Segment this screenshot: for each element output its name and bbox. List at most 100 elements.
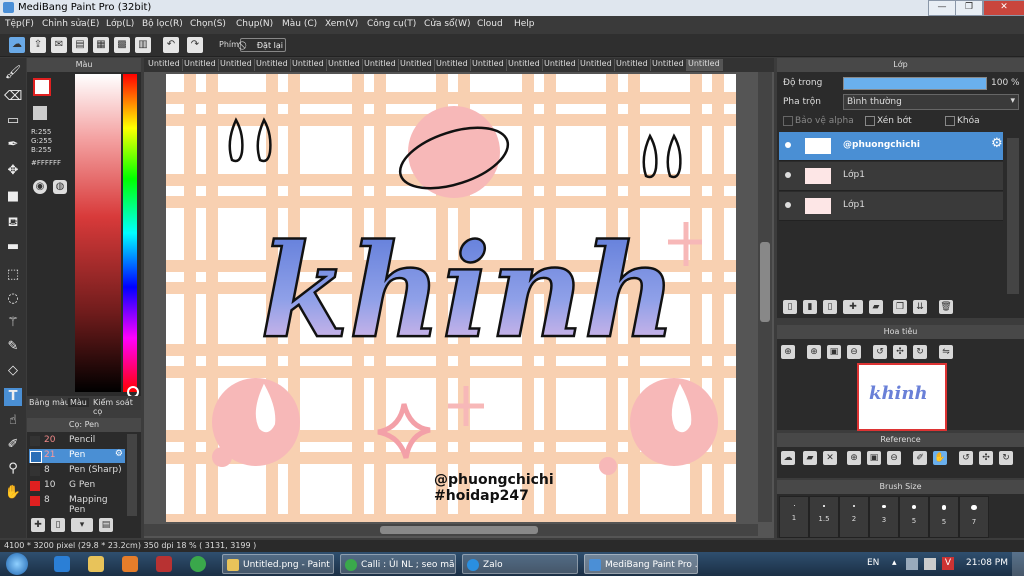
- move-icon[interactable]: ✥: [4, 162, 22, 180]
- rotate-right-icon[interactable]: ↻: [999, 451, 1013, 465]
- reset-view-icon[interactable]: ✣: [893, 345, 907, 359]
- palette-icon[interactable]: ◉: [33, 180, 47, 194]
- task-medibang[interactable]: MediBang Paint Pro ...: [584, 554, 698, 574]
- brush-item[interactable]: 10 G Pen: [29, 479, 125, 493]
- menu-select[interactable]: Chọn(S): [190, 19, 226, 29]
- eye-icon[interactable]: [785, 202, 791, 208]
- vertical-scroll-thumb[interactable]: [760, 242, 770, 322]
- text-icon[interactable]: T: [4, 388, 22, 406]
- operation-icon[interactable]: ☝: [4, 412, 22, 430]
- show-desktop-button[interactable]: [1012, 552, 1024, 576]
- tab-document[interactable]: Untitled: [434, 59, 471, 71]
- zoom-in-icon[interactable]: ⊕: [807, 345, 821, 359]
- brush-size-cell[interactable]: 1.5: [809, 496, 839, 538]
- start-button[interactable]: [6, 553, 28, 575]
- gear-icon[interactable]: ⚙: [991, 136, 1003, 151]
- brush-item[interactable]: 8 Mapping Pen: [29, 494, 125, 515]
- brush-size-cell[interactable]: 5: [929, 496, 959, 538]
- brush-size-cell[interactable]: 3: [869, 496, 899, 538]
- lasso-icon[interactable]: ◌: [4, 290, 22, 308]
- tab-document[interactable]: Untitled: [470, 59, 507, 71]
- layer-row-selected[interactable]: @phuongchichi ⚙: [779, 132, 1003, 161]
- rotate-right-icon[interactable]: ↻: [913, 345, 927, 359]
- tab-document[interactable]: Untitled: [182, 59, 219, 71]
- reset-view-icon[interactable]: ✣: [979, 451, 993, 465]
- brush-size-cell[interactable]: 2: [839, 496, 869, 538]
- hand-icon[interactable]: ✋: [4, 484, 22, 502]
- lock-checkbox[interactable]: [945, 116, 955, 126]
- task-browser[interactable]: Calli : ỦI NL ; seo mã...: [340, 554, 456, 574]
- tray-arrow-icon[interactable]: ▴: [892, 558, 897, 568]
- vertical-scrollbar[interactable]: [758, 72, 772, 522]
- tab-brush-control[interactable]: Kiểm soát cọ: [93, 398, 141, 416]
- tab-document[interactable]: Untitled: [326, 59, 363, 71]
- ie-icon[interactable]: [54, 556, 70, 572]
- gear-icon[interactable]: ⚙: [115, 449, 123, 459]
- grid-icon[interactable]: ▩: [114, 37, 130, 53]
- menu-file[interactable]: Tệp(F): [5, 19, 34, 29]
- gradient-icon[interactable]: ▬: [4, 238, 22, 256]
- navigator-preview[interactable]: khinh: [857, 363, 947, 431]
- add-brush-icon[interactable]: ✚: [31, 518, 45, 532]
- horizontal-scrollbar[interactable]: [144, 524, 758, 536]
- tab-document[interactable]: Untitled: [614, 59, 651, 71]
- tab-document-active[interactable]: Untitled: [686, 59, 723, 71]
- opacity-slider[interactable]: [843, 77, 987, 90]
- zoom-out-icon[interactable]: ⊖: [847, 345, 861, 359]
- tab-document[interactable]: Untitled: [506, 59, 543, 71]
- new-layer-icon[interactable]: ▯: [783, 300, 797, 314]
- menu-view[interactable]: Xem(V): [325, 19, 358, 29]
- blend-select[interactable]: Bình thường ▾: [843, 94, 1019, 110]
- new-layer-8bit-icon[interactable]: ▮: [803, 300, 817, 314]
- note-icon[interactable]: ▤: [72, 37, 88, 53]
- explorer-icon[interactable]: [88, 556, 104, 572]
- rectangle-icon[interactable]: ▭: [4, 112, 22, 130]
- fit-icon[interactable]: ▣: [867, 451, 881, 465]
- brush-size-cell[interactable]: 1: [779, 496, 809, 538]
- chrome-icon[interactable]: [190, 556, 206, 572]
- zoom-out-icon[interactable]: ⊖: [887, 451, 901, 465]
- close-reference-icon[interactable]: ✕: [823, 451, 837, 465]
- menu-color[interactable]: Màu (C): [282, 19, 317, 29]
- tab-palette[interactable]: Bảng màu: [29, 398, 70, 407]
- menu-edit[interactable]: Chỉnh sửa(E): [42, 19, 99, 29]
- hand-icon[interactable]: ✋: [933, 451, 947, 465]
- brush-menu-icon[interactable]: ▾: [71, 518, 93, 532]
- layer-row[interactable]: Lớp1: [779, 162, 1003, 191]
- protect-alpha-checkbox[interactable]: [783, 116, 793, 126]
- menu-window[interactable]: Cửa sổ(W): [424, 19, 470, 29]
- foreground-color[interactable]: [33, 78, 51, 96]
- fill-square-icon[interactable]: ■: [4, 188, 22, 206]
- eye-icon[interactable]: [785, 172, 791, 178]
- tab-document[interactable]: Untitled: [254, 59, 291, 71]
- layout-icon[interactable]: ▥: [135, 37, 151, 53]
- transparent-color[interactable]: [33, 106, 47, 120]
- eraser-icon[interactable]: ⌫: [4, 88, 22, 106]
- open-folder-icon[interactable]: ▰: [803, 451, 817, 465]
- undo-icon[interactable]: ↶: [163, 37, 179, 53]
- antivirus-icon[interactable]: V: [942, 557, 954, 570]
- layer-scrollbar[interactable]: [1007, 138, 1019, 294]
- tab-document[interactable]: Untitled: [290, 59, 327, 71]
- hue-slider[interactable]: [123, 74, 137, 392]
- clipping-checkbox[interactable]: [865, 116, 875, 126]
- eyedropper-icon[interactable]: ✐: [4, 436, 22, 454]
- close-button[interactable]: ✕: [983, 0, 1024, 16]
- tab-document[interactable]: Untitled: [578, 59, 615, 71]
- eye-icon[interactable]: [785, 142, 791, 148]
- tab-document[interactable]: Untitled: [398, 59, 435, 71]
- maximize-button[interactable]: ❐: [955, 0, 983, 16]
- zoom-in-icon[interactable]: ⊕: [781, 345, 795, 359]
- share-icon[interactable]: ⇪: [30, 37, 46, 53]
- brush-size-cell[interactable]: 5: [899, 496, 929, 538]
- layer-row[interactable]: Lớp1: [779, 192, 1003, 221]
- menu-capture[interactable]: Chụp(N): [236, 19, 273, 29]
- bucket-icon[interactable]: ⛾: [4, 214, 22, 232]
- tab-document[interactable]: Untitled: [218, 59, 255, 71]
- zoom-in-icon[interactable]: ⊕: [847, 451, 861, 465]
- reset-button[interactable]: ⃠ Đặt lại: [240, 38, 286, 52]
- folder-icon[interactable]: ▰: [869, 300, 883, 314]
- horizontal-scroll-thumb[interactable]: [380, 526, 538, 534]
- tab-document[interactable]: Untitled: [542, 59, 579, 71]
- select-eraser-icon[interactable]: ◇: [4, 362, 22, 380]
